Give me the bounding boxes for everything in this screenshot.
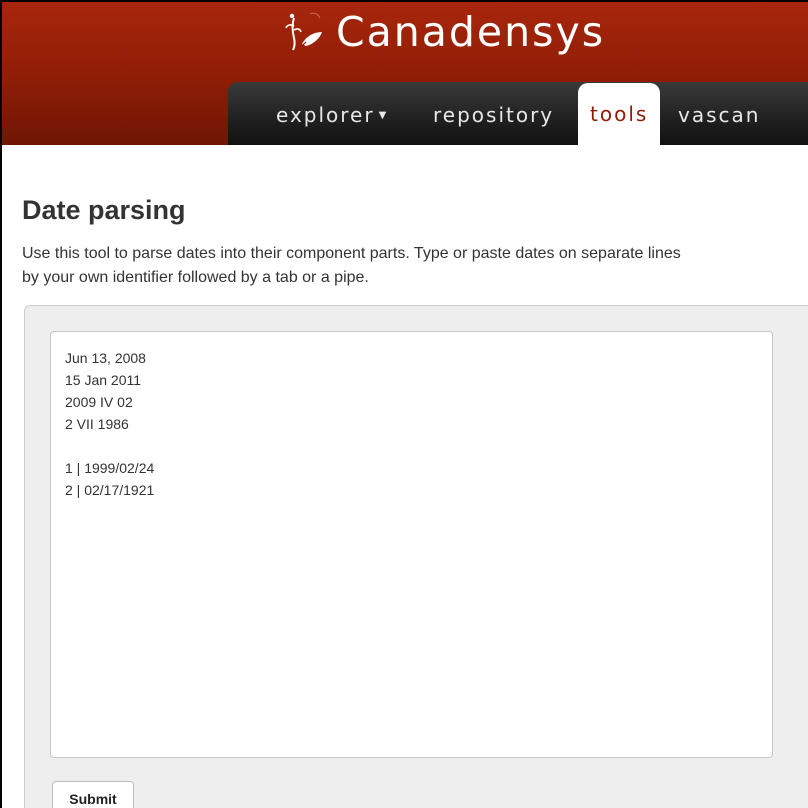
intro-text: Use this tool to parse dates into their … bbox=[22, 242, 808, 290]
canadensys-logo-icon bbox=[285, 12, 322, 51]
textarea-line: 15 Jan 2011 bbox=[65, 372, 142, 388]
caret-down-icon: ▼ bbox=[378, 110, 387, 121]
intro-line: Use this tool to parse dates into their … bbox=[22, 245, 681, 262]
page-title: Date parsing bbox=[22, 195, 186, 225]
main-nav: explorer ▼ repository tools vascan bbox=[228, 82, 808, 145]
brand[interactable]: Canadensys bbox=[280, 2, 605, 62]
textarea-line: 1 | 1999/02/24 bbox=[65, 460, 155, 476]
textarea-line: 2009 IV 02 bbox=[65, 394, 133, 410]
intro-line: by your own identifier followed by a tab… bbox=[22, 269, 369, 286]
submit-button[interactable]: Submit bbox=[52, 781, 134, 808]
nav-item-label: repository bbox=[433, 103, 555, 127]
textarea-line: Jun 13, 2008 bbox=[65, 350, 146, 366]
nav-item-vascan[interactable]: vascan bbox=[678, 82, 760, 145]
textarea-line: 2 VII 1986 bbox=[65, 416, 129, 432]
nav-item-tools[interactable]: tools bbox=[578, 83, 661, 145]
textarea-line bbox=[65, 435, 758, 457]
nav-item-explorer[interactable]: explorer ▼ bbox=[276, 82, 386, 145]
nav-item-repository[interactable]: repository bbox=[433, 82, 554, 145]
nav-item-label: tools bbox=[590, 102, 649, 126]
brand-name: Canadensys bbox=[336, 8, 606, 56]
nav-item-label: vascan bbox=[678, 103, 761, 127]
textarea-line: 2 | 02/17/1921 bbox=[65, 482, 155, 498]
nav-item-label: explorer bbox=[276, 103, 375, 127]
site-header: Canadensys explorer ▼ repository tools va… bbox=[2, 2, 808, 145]
dates-textarea[interactable]: Jun 13, 2008 15 Jan 2011 2009 IV 02 2 VI… bbox=[50, 331, 773, 758]
page-frame: Canadensys explorer ▼ repository tools va… bbox=[0, 0, 808, 808]
